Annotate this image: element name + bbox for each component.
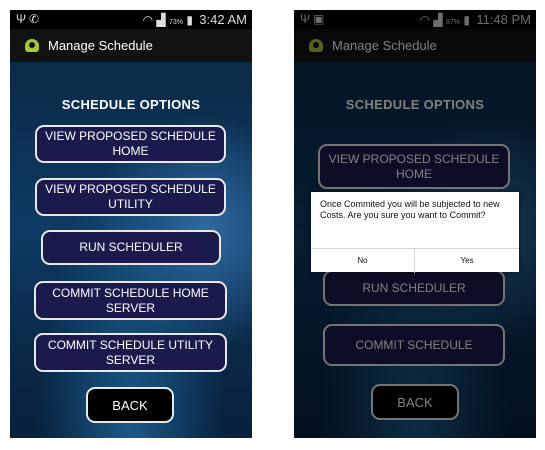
dialog-no-button[interactable]: No	[311, 249, 415, 273]
view-proposed-schedule-home-button[interactable]: VIEW PROPOSED SCHEDULE HOME	[35, 125, 226, 163]
whatsapp-icon: ✆	[29, 12, 43, 26]
phone-screen-right: Ψ▣ ◠ ▟ 87% ▮ 11:48 PM Manage Schedule SC…	[294, 10, 536, 438]
phone-screen-left: Ψ✆ ◠ ▟ 73% ▮ 3:42 AM Manage Schedule SCH…	[10, 10, 252, 438]
status-bar: Ψ✆ ◠ ▟ 73% ▮ 3:42 AM	[10, 10, 252, 29]
view-proposed-schedule-utility-button[interactable]: VIEW PROPOSED SCHEDULE UTILITY	[35, 178, 226, 216]
signal-icon: ▟	[156, 13, 166, 27]
app-title: Manage Schedule	[48, 38, 153, 53]
clock-time: 3:42 AM	[199, 12, 247, 27]
run-scheduler-button[interactable]: RUN SCHEDULER	[41, 230, 221, 265]
usb-icon: Ψ	[16, 12, 30, 26]
schedule-options-panel: SCHEDULE OPTIONS VIEW PROPOSED SCHEDULE …	[10, 62, 252, 438]
dialog-message: Once Commited you will be subjected to n…	[320, 199, 500, 220]
battery-percent: 73%	[168, 19, 183, 26]
page-title: SCHEDULE OPTIONS	[61, 97, 201, 112]
battery-icon: ▮	[186, 13, 193, 27]
back-button[interactable]: BACK	[86, 387, 174, 423]
commit-schedule-utility-server-button[interactable]: COMMIT SCHEDULE UTILITY SERVER	[34, 333, 227, 372]
dialog-button-bar: No Yes	[311, 248, 519, 273]
wifi-icon: ◠	[142, 13, 154, 27]
action-bar: Manage Schedule	[10, 29, 252, 62]
android-icon	[25, 39, 39, 52]
dialog-yes-button[interactable]: Yes	[415, 249, 519, 273]
commit-schedule-home-server-button[interactable]: COMMIT SCHEDULE HOME SERVER	[34, 281, 227, 320]
commit-confirm-dialog: Once Commited you will be subjected to n…	[311, 192, 519, 273]
